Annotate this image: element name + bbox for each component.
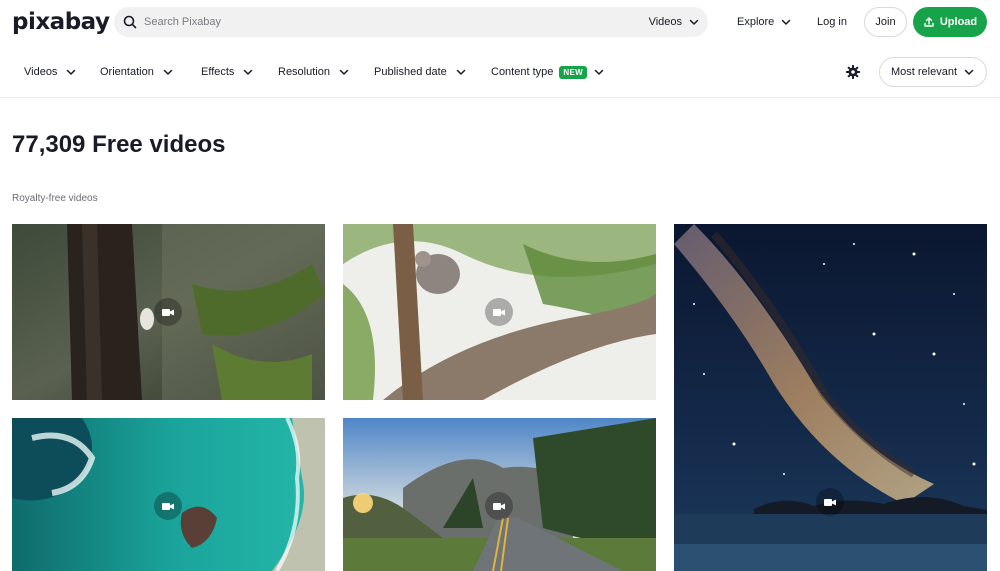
page-title: 77,309 Free videos <box>12 131 226 158</box>
sort-dropdown[interactable]: Most relevant <box>879 57 987 87</box>
filter-published-date[interactable]: Published date <box>374 48 467 96</box>
filter-label: Videos <box>24 66 58 78</box>
chevron-down-icon <box>782 19 791 25</box>
join-button[interactable]: Join <box>864 7 907 37</box>
search-icon <box>123 15 137 29</box>
filter-bar: Videos Orientation Effects Resolution Pu… <box>0 48 1000 98</box>
video-thumbnail[interactable] <box>343 224 656 400</box>
milky-way-thumbnail <box>674 224 987 571</box>
filter-videos[interactable]: Videos <box>24 48 77 96</box>
video-camera-icon <box>154 492 182 520</box>
gear-icon[interactable] <box>845 64 861 80</box>
explore-label: Explore <box>737 16 775 28</box>
filter-label: Resolution <box>278 66 330 78</box>
filter-label: Orientation <box>100 66 154 78</box>
explore-menu[interactable]: Explore <box>737 0 792 44</box>
filter-orientation[interactable]: Orientation <box>100 48 174 96</box>
video-thumbnail[interactable] <box>343 418 656 571</box>
filter-resolution[interactable]: Resolution <box>278 48 350 96</box>
video-thumbnail[interactable] <box>674 224 987 571</box>
chevron-down-icon <box>339 69 349 75</box>
video-camera-icon <box>816 488 844 516</box>
filter-label: Effects <box>201 66 235 78</box>
search-input[interactable] <box>144 7 624 37</box>
filter-label: Published date <box>374 66 447 78</box>
pixabay-logo[interactable]: pixabay <box>12 8 110 36</box>
search-type-dropdown[interactable]: Videos <box>649 7 700 37</box>
search-type-label: Videos <box>648 16 682 28</box>
sort-label: Most relevant <box>890 66 958 78</box>
upload-icon <box>924 17 934 27</box>
video-camera-icon <box>485 492 513 520</box>
video-thumbnail[interactable] <box>12 418 325 571</box>
chevron-down-icon <box>244 69 253 75</box>
video-thumbnail[interactable] <box>12 224 325 400</box>
chevron-down-icon <box>594 69 604 75</box>
upload-label: Upload <box>939 16 978 28</box>
chevron-down-icon <box>456 69 466 75</box>
chevron-down-icon <box>689 19 699 25</box>
page-subtitle: Royalty-free videos <box>12 193 98 204</box>
upload-button[interactable]: Upload <box>913 7 987 37</box>
video-camera-icon <box>485 298 513 326</box>
filter-label: Content type <box>491 66 554 78</box>
filter-effects[interactable]: Effects <box>201 48 254 96</box>
new-badge: NEW <box>559 65 587 79</box>
chevron-down-icon <box>964 69 974 75</box>
top-bar: pixabay Videos Explore Log in Join Uploa… <box>0 0 1000 46</box>
login-link[interactable]: Log in <box>817 0 847 44</box>
video-camera-icon <box>154 298 182 326</box>
search-bar[interactable]: Videos <box>114 7 708 37</box>
chevron-down-icon <box>67 69 76 75</box>
filter-content-type[interactable]: Content type NEW <box>491 48 605 96</box>
chevron-down-icon <box>163 69 173 75</box>
